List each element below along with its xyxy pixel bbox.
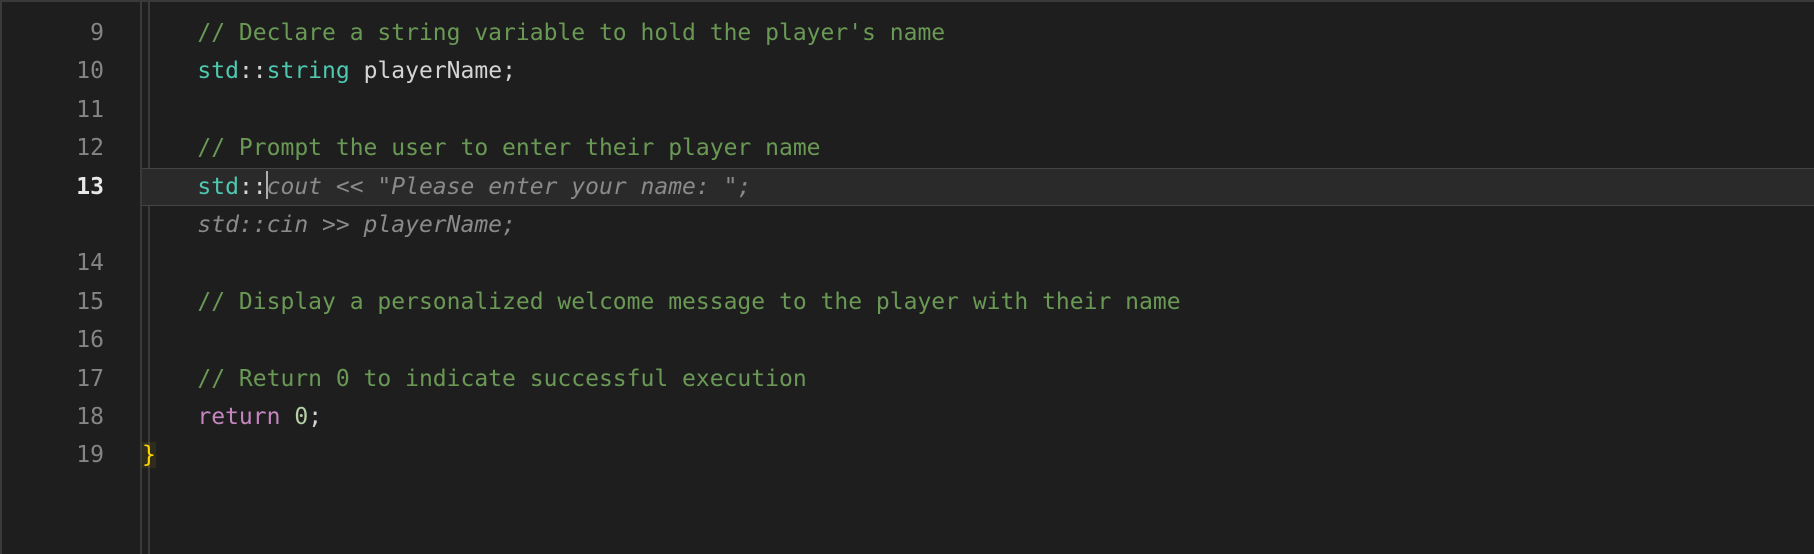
- line-number: 11: [2, 91, 104, 129]
- ns-token: std: [197, 58, 239, 84]
- line-number: 14: [2, 244, 104, 282]
- code-line[interactable]: // Prompt the user to enter their player…: [142, 129, 1814, 167]
- line-number: 18: [2, 398, 104, 436]
- keyword-token: return: [197, 404, 280, 430]
- punct-token: ::: [239, 58, 267, 84]
- code-line[interactable]: return 0;: [142, 398, 1814, 436]
- line-number: 13: [2, 168, 104, 206]
- comment-token: // Display a personalized welcome messag…: [197, 289, 1180, 315]
- line-number: [2, 2, 104, 14]
- punct-token: ;: [502, 58, 516, 84]
- code-text: [350, 58, 364, 84]
- line-number: 15: [2, 283, 104, 321]
- code-editor[interactable]: 910111213 141516171819 // Declare a strin…: [0, 0, 1814, 554]
- line-number: 10: [2, 52, 104, 90]
- line-number: 9: [2, 14, 104, 52]
- comment-token: // Prompt the user to enter their player…: [197, 135, 820, 161]
- brace-match-token: }: [142, 442, 156, 468]
- code-line[interactable]: }: [142, 436, 1814, 474]
- ident-token: playerName: [364, 58, 502, 84]
- ghost-token: std::cin >> playerName;: [197, 212, 516, 238]
- text-cursor: [266, 171, 268, 199]
- line-number: 12: [2, 129, 104, 167]
- number-token: 0: [294, 404, 308, 430]
- line-number-spacer: [2, 206, 104, 244]
- code-line[interactable]: std::string playerName;: [142, 52, 1814, 90]
- code-line[interactable]: // Declare a string variable to hold the…: [142, 14, 1814, 52]
- punct-token: ;: [308, 404, 322, 430]
- code-line[interactable]: std::cout << "Please enter your name: ";: [142, 168, 1814, 206]
- ns-token: std: [197, 174, 239, 200]
- code-line[interactable]: // Display a personalized welcome messag…: [142, 283, 1814, 321]
- type-token: string: [267, 58, 350, 84]
- ghost-token: cout << "Please enter your name: ";: [267, 174, 752, 200]
- code-area[interactable]: // Declare a string variable to hold the…: [142, 2, 1814, 554]
- code-line[interactable]: [142, 91, 1814, 129]
- comment-token: // Declare a string variable to hold the…: [197, 20, 945, 46]
- code-text: [280, 404, 294, 430]
- line-number-gutter: 910111213 141516171819: [2, 2, 142, 554]
- code-line[interactable]: [142, 2, 1814, 14]
- code-line[interactable]: [142, 244, 1814, 282]
- code-line[interactable]: // Return 0 to indicate successful execu…: [142, 360, 1814, 398]
- line-number: 16: [2, 321, 104, 359]
- comment-token: // Return 0 to indicate successful execu…: [197, 366, 806, 392]
- ghost-suggestion-line: std::cin >> playerName;: [142, 206, 1814, 244]
- line-number: 17: [2, 360, 104, 398]
- line-number: 19: [2, 436, 104, 474]
- punct-token: ::: [239, 174, 267, 200]
- code-line[interactable]: [142, 321, 1814, 359]
